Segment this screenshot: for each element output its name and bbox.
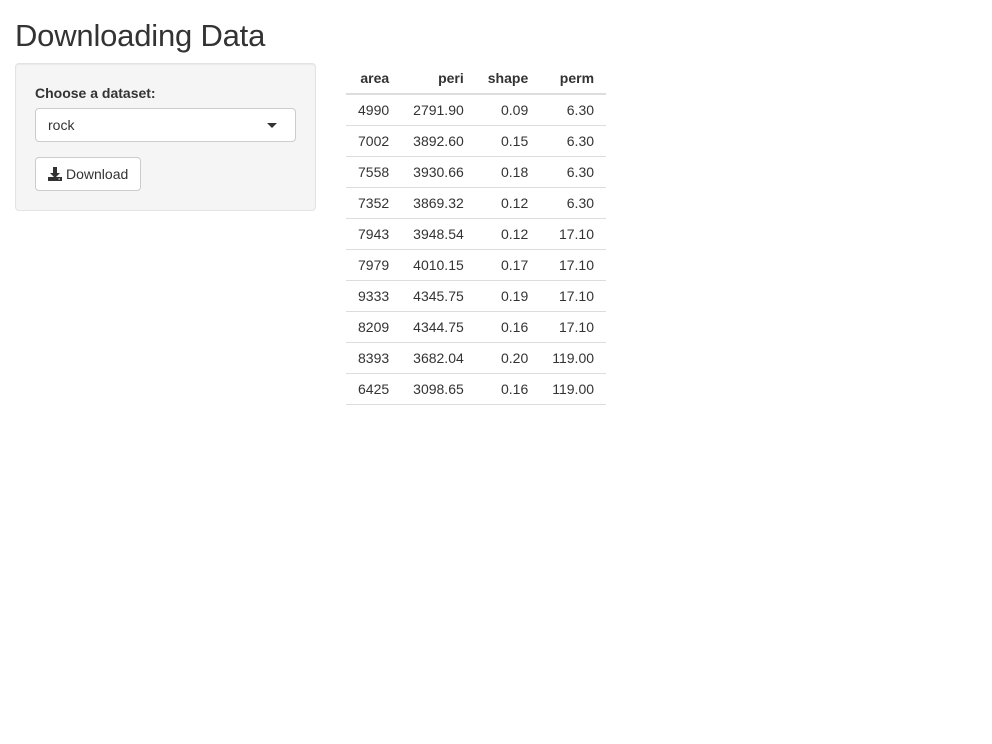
table-cell-area: 4990 [346,94,402,126]
table-row: 7352 3869.32 0.12 6.30 [346,187,607,219]
dataset-label: Choose a dataset: [35,85,156,101]
table-cell-peri: 4010.15 [401,249,476,281]
table-cell-shape: 0.09 [475,94,541,126]
table-cell-shape: 0.19 [475,280,541,312]
table-cell-peri: 2791.90 [401,94,476,126]
data-table: area peri shape perm 4990 2791.90 0.09 6.30 700… [346,63,607,405]
table-cell-area: 8393 [346,342,402,374]
table-cell-peri: 3682.04 [401,342,476,374]
table-cell-area: 7943 [346,218,402,250]
table-cell-perm: 6.30 [540,94,607,126]
table-row: 7558 3930.66 0.18 6.30 [346,156,607,188]
table-row: 7979 4010.15 0.17 17.10 [346,249,607,281]
column-header-area: area [346,63,402,95]
table-header-row: area peri shape perm [346,63,607,95]
download-button-label: Download [66,166,129,182]
table-row: 8393 3682.04 0.20 119.00 [346,342,607,374]
table-cell-shape: 0.20 [475,342,541,374]
table-cell-shape: 0.16 [475,373,541,405]
table-cell-perm: 17.10 [540,249,607,281]
table-cell-peri: 3892.60 [401,125,476,157]
table-cell-perm: 17.10 [540,280,607,312]
table-cell-shape: 0.16 [475,311,541,343]
table-cell-peri: 3930.66 [401,156,476,188]
download-icon [48,167,62,181]
table-cell-shape: 0.12 [475,218,541,250]
table-cell-peri: 4344.75 [401,311,476,343]
column-header-shape: shape [475,63,541,95]
table-cell-shape: 0.15 [475,125,541,157]
table-cell-perm: 119.00 [540,342,607,374]
table-cell-peri: 3098.65 [401,373,476,405]
table-cell-area: 7352 [346,187,402,219]
table-row: 9333 4345.75 0.19 17.10 [346,280,607,312]
table-cell-area: 9333 [346,280,402,312]
column-header-perm: perm [540,63,607,95]
table-cell-peri: 3948.54 [401,218,476,250]
table-cell-perm: 17.10 [540,311,607,343]
table-cell-perm: 119.00 [540,373,607,405]
table-cell-perm: 6.30 [540,125,607,157]
page-title: Downloading Data [15,18,266,53]
table-row: 4990 2791.90 0.09 6.30 [346,94,607,126]
table-cell-area: 8209 [346,311,402,343]
table-cell-perm: 6.30 [540,187,607,219]
table-row: 7002 3892.60 0.15 6.30 [346,125,607,157]
table-row: 7943 3948.54 0.12 17.10 [346,218,607,250]
dataset-select-value: rock [48,117,75,133]
table-cell-shape: 0.12 [475,187,541,219]
table-row: 6425 3098.65 0.16 119.00 [346,373,607,405]
table-cell-perm: 6.30 [540,156,607,188]
download-button[interactable]: Download [35,157,142,191]
table-row: 8209 4344.75 0.16 17.10 [346,311,607,343]
table-cell-area: 6425 [346,373,402,405]
dataset-select[interactable]: rock [35,108,296,142]
table-cell-peri: 4345.75 [401,280,476,312]
table-cell-area: 7002 [346,125,402,157]
caret-down-icon [267,123,277,128]
table-cell-area: 7558 [346,156,402,188]
column-header-peri: peri [401,63,476,95]
table-cell-peri: 3869.32 [401,187,476,219]
table-cell-perm: 17.10 [540,218,607,250]
table-cell-shape: 0.18 [475,156,541,188]
table-cell-shape: 0.17 [475,249,541,281]
sidebar-panel: Choose a dataset: rock Download [15,63,316,211]
table-cell-area: 7979 [346,249,402,281]
